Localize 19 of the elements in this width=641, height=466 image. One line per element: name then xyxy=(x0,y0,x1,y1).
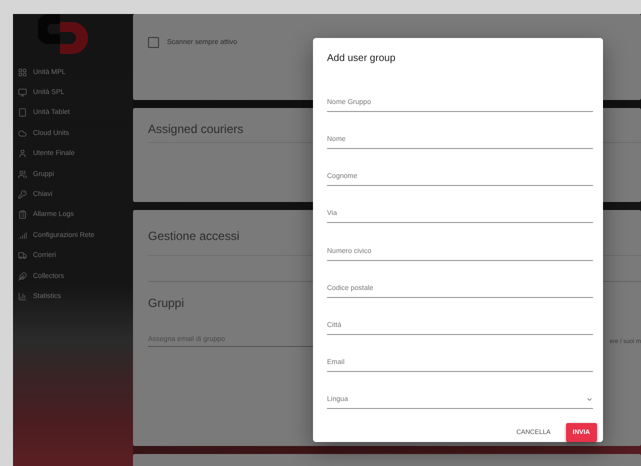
person-icon xyxy=(18,149,27,158)
dialog-title: Add user group xyxy=(327,53,396,64)
card-title: Gestione accessi xyxy=(148,229,240,243)
section-title: Gruppi xyxy=(148,296,186,310)
logo-icon xyxy=(38,14,88,54)
clipboard-icon xyxy=(18,210,27,220)
bar-chart-icon xyxy=(18,292,27,301)
key-icon xyxy=(18,190,27,200)
grid-icon xyxy=(18,68,27,77)
feather-icon xyxy=(18,272,27,281)
truck-icon xyxy=(18,251,27,260)
card-title: Assigned couriers xyxy=(148,122,244,136)
monitor-icon xyxy=(18,88,27,98)
checkbox[interactable] xyxy=(148,36,159,48)
cloud-icon xyxy=(18,128,27,138)
caret-icon xyxy=(586,396,593,403)
signal-icon xyxy=(18,230,27,240)
people-icon xyxy=(18,170,27,179)
tablet-icon xyxy=(18,108,27,118)
